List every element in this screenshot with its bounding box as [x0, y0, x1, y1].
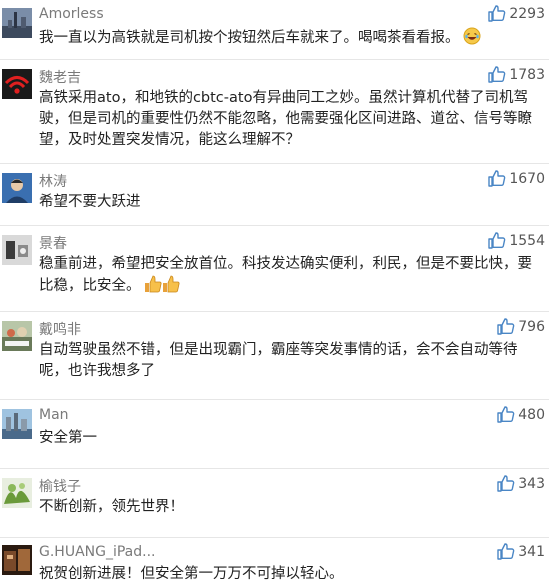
like-button[interactable]: 2293 [488, 5, 545, 22]
comment-text: 稳重前进，希望把安全放首位。科技发达确实便利，利民，但是不要比快，要比稳，比安全… [39, 254, 535, 300]
comment-list: Amorless 2293 我一直以为高铁就是司机按个按钮然后车就来了。喝喝茶看… [0, 0, 549, 587]
thumbs-up-icon [497, 406, 515, 423]
username[interactable]: 景春 [39, 233, 67, 253]
like-button[interactable]: 1783 [488, 66, 545, 83]
comment-item: Amorless 2293 我一直以为高铁就是司机按个按钮然后车就来了。喝喝茶看… [0, 0, 549, 60]
like-count: 1783 [509, 66, 545, 83]
comment-text: 希望不要大跃进 [39, 194, 141, 210]
avatar[interactable] [2, 69, 32, 99]
like-button[interactable]: 1554 [488, 232, 545, 249]
username[interactable]: G.HUANG_iPad... [39, 544, 156, 560]
like-count: 480 [518, 406, 545, 423]
comment-text: 我一直以为高铁就是司机按个按钮然后车就来了。喝喝茶看看报。 [39, 27, 535, 52]
like-button[interactable]: 480 [497, 406, 545, 423]
thumbs-up-icon [488, 170, 506, 187]
like-count: 341 [518, 543, 545, 560]
thumbs-up-icon [497, 318, 515, 335]
username[interactable]: 林涛 [39, 171, 67, 191]
comment-item: Man 480 安全第一 [0, 401, 549, 469]
like-count: 796 [518, 318, 545, 335]
comment-text: 高铁采用ato，和地铁的cbtc-ato有异曲同工之妙。虽然计算机代替了司机驾驶… [39, 90, 532, 148]
avatar[interactable] [2, 409, 32, 439]
comment-item: 林涛 1670 希望不要大跃进 [0, 165, 549, 226]
username[interactable]: 魏老吉 [39, 67, 81, 87]
like-count: 343 [518, 475, 545, 492]
like-button[interactable]: 796 [497, 318, 545, 335]
comment-text: 安全第一 [39, 430, 97, 446]
thumbs-up-icon [497, 475, 515, 492]
avatar[interactable] [2, 321, 32, 351]
username[interactable]: 戴鸣非 [39, 319, 81, 339]
comment-item: 榆钱子 343 不断创新，领先世界！ [0, 470, 549, 538]
username[interactable]: Man [39, 407, 69, 423]
comment-text: 祝贺创新进展！但安全第一万万不可掉以轻心。 [39, 566, 344, 582]
comment-item: G.HUANG_iPad... 341 祝贺创新进展！但安全第一万万不可掉以轻心… [0, 539, 549, 587]
like-count: 1670 [509, 170, 545, 187]
thumbs-up-icon [488, 66, 506, 83]
like-button[interactable]: 341 [497, 543, 545, 560]
like-count: 2293 [509, 5, 545, 22]
comment-text: 自动驾驶虽然不错，但是出现霸门，霸座等突发事情的话，会不会自动等待呢，也许我想多… [39, 342, 518, 379]
thumbs-up-icon [497, 543, 515, 560]
thumbs-up-icon [488, 232, 506, 249]
username[interactable]: Amorless [39, 6, 104, 22]
like-button[interactable]: 1670 [488, 170, 545, 187]
username[interactable]: 榆钱子 [39, 476, 81, 496]
laughing-emoji [463, 27, 481, 52]
avatar[interactable] [2, 8, 32, 38]
avatar[interactable] [2, 478, 32, 508]
thumbs-up-icon [488, 5, 506, 22]
comment-item: 景春 1554 稳重前进，希望把安全放首位。科技发达确实便利，利民，但是不要比快… [0, 227, 549, 312]
like-count: 1554 [509, 232, 545, 249]
comment-item: 魏老吉 1783 高铁采用ato，和地铁的cbtc-ato有异曲同工之妙。虽然计… [0, 61, 549, 164]
comment-text: 不断创新，领先世界！ [39, 499, 184, 515]
thumbs-up-emoji [144, 275, 180, 300]
comment-item: 戴鸣非 796 自动驾驶虽然不错，但是出现霸门，霸座等突发事情的话，会不会自动等… [0, 313, 549, 400]
avatar[interactable] [2, 545, 32, 575]
like-button[interactable]: 343 [497, 475, 545, 492]
avatar[interactable] [2, 235, 32, 265]
avatar[interactable] [2, 173, 32, 203]
